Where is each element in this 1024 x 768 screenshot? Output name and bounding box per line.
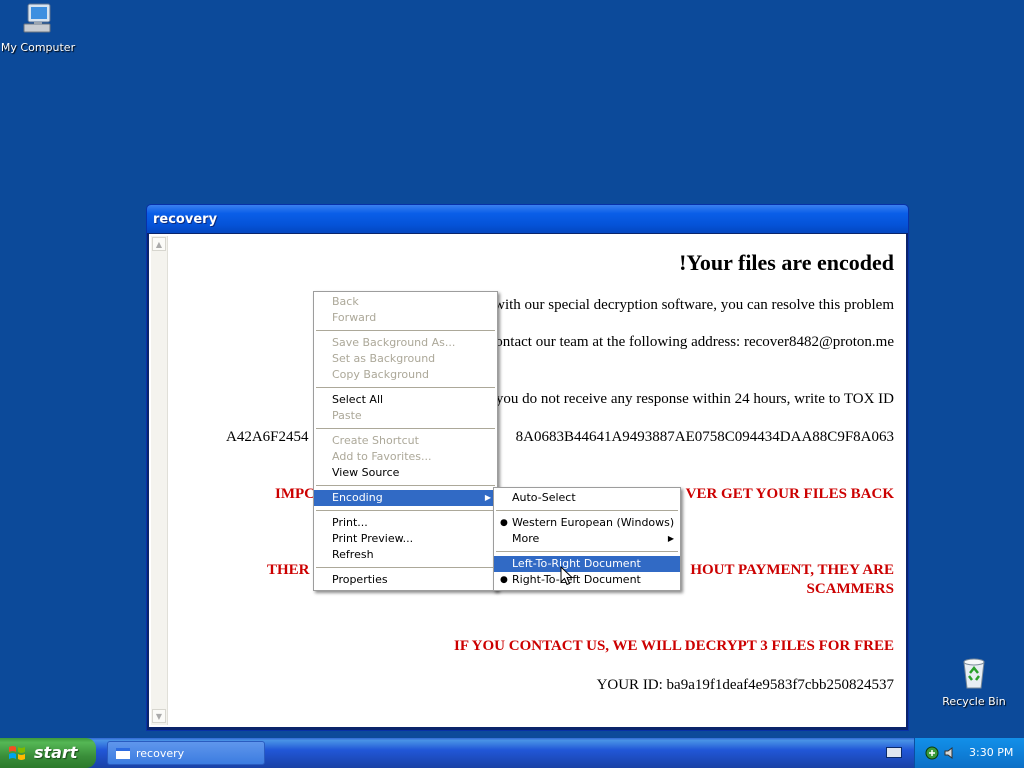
my-computer-label: My Computer bbox=[0, 41, 76, 54]
submenu-item-more-label: More bbox=[512, 532, 540, 545]
menu-separator bbox=[316, 567, 495, 568]
menu-separator bbox=[496, 510, 678, 511]
menu-item-copy-background[interactable]: Copy Background bbox=[314, 367, 497, 383]
clock[interactable]: 3:30 PM bbox=[969, 738, 1013, 768]
menu-separator bbox=[496, 551, 678, 552]
scroll-up-icon[interactable]: ▲ bbox=[152, 237, 166, 251]
victim-id: YOUR ID: ba9a19f1deaf4e9583f7cbb25082453… bbox=[596, 677, 894, 693]
recovery-window: recovery ▲ ▼ !Your files are encoded wit… bbox=[147, 205, 908, 730]
my-computer-icon bbox=[23, 3, 51, 33]
menu-item-save-background[interactable]: Save Background As... bbox=[314, 335, 497, 351]
network-icon[interactable] bbox=[925, 746, 939, 760]
encoding-submenu: Auto-Select ● Western European (Windows)… bbox=[493, 487, 681, 591]
menu-item-encoding-label: Encoding bbox=[332, 491, 383, 504]
context-menu: Back Forward Save Background As... Set a… bbox=[313, 291, 498, 591]
submenu-item-more[interactable]: More ▶ bbox=[494, 531, 680, 547]
menu-item-select-all[interactable]: Select All bbox=[314, 392, 497, 408]
taskbar-button-label: recovery bbox=[136, 747, 185, 760]
menu-separator bbox=[316, 330, 495, 331]
submenu-item-left-to-right[interactable]: Left-To-Right Document bbox=[494, 556, 680, 572]
start-button[interactable]: start bbox=[0, 738, 96, 768]
submenu-item-right-to-left[interactable]: ● Right-To-Left Document bbox=[494, 572, 680, 588]
menu-item-back[interactable]: Back bbox=[314, 294, 497, 310]
tox-id-start: A42A6F2454 bbox=[226, 429, 309, 445]
menu-item-forward[interactable]: Forward bbox=[314, 310, 497, 326]
warning-2-end: HOUT PAYMENT, THEY ARE bbox=[690, 562, 894, 578]
window-icon bbox=[116, 748, 130, 759]
free-decrypt-offer: IF YOU CONTACT US, WE WILL DECRYPT 3 FIL… bbox=[454, 638, 894, 654]
menu-item-paste[interactable]: Paste bbox=[314, 408, 497, 424]
warning-2-line-2: SCAMMERS bbox=[806, 581, 894, 597]
note-line-3: you do not receive any response within 2… bbox=[495, 391, 894, 407]
warning-1-start: IMPC bbox=[275, 486, 315, 502]
mouse-pointer-icon bbox=[560, 566, 574, 586]
ransom-note: !Your files are encoded with our special… bbox=[169, 234, 894, 727]
menu-item-refresh[interactable]: Refresh bbox=[314, 547, 497, 563]
taskbar-button-recovery[interactable]: recovery bbox=[107, 741, 265, 765]
start-label: start bbox=[34, 743, 78, 762]
volume-icon[interactable] bbox=[943, 746, 957, 760]
menu-separator bbox=[316, 387, 495, 388]
window-content-area: ▲ ▼ !Your files are encoded with our spe… bbox=[149, 234, 906, 727]
menu-separator bbox=[316, 485, 495, 486]
warning-2-start: THER bbox=[267, 562, 310, 578]
window-title: recovery bbox=[153, 212, 218, 227]
menu-item-add-favorites[interactable]: Add to Favorites... bbox=[314, 449, 497, 465]
submenu-item-western-european-label: Western European (Windows) bbox=[512, 516, 675, 529]
radio-bullet-icon: ● bbox=[500, 518, 508, 528]
radio-bullet-icon: ● bbox=[500, 575, 508, 585]
note-line-2: ontact our team at the following address… bbox=[495, 334, 894, 350]
menu-item-print-preview[interactable]: Print Preview... bbox=[314, 531, 497, 547]
taskbar: start recovery 3:30 PM bbox=[0, 738, 1024, 768]
window-title-bar[interactable]: recovery bbox=[147, 205, 908, 233]
submenu-item-auto-select[interactable]: Auto-Select bbox=[494, 490, 680, 506]
my-computer-shortcut[interactable]: My Computer bbox=[0, 2, 80, 54]
submenu-arrow-icon: ▶ bbox=[484, 493, 491, 502]
keyboard-icon[interactable] bbox=[886, 747, 902, 758]
menu-item-set-background[interactable]: Set as Background bbox=[314, 351, 497, 367]
submenu-item-western-european[interactable]: ● Western European (Windows) bbox=[494, 515, 680, 531]
recycle-bin-label: Recycle Bin bbox=[942, 695, 1006, 708]
menu-item-view-source[interactable]: View Source bbox=[314, 465, 497, 481]
menu-separator bbox=[316, 510, 495, 511]
warning-1-end: VER GET YOUR FILES BACK bbox=[685, 486, 894, 502]
note-line-1: with our special decryption software, yo… bbox=[494, 297, 894, 313]
tox-id-end: 8A0683B44641A9493887AE0758C094434DAA88C9… bbox=[515, 429, 894, 445]
vertical-scrollbar[interactable]: ▲ ▼ bbox=[151, 236, 168, 725]
menu-item-create-shortcut[interactable]: Create Shortcut bbox=[314, 433, 497, 449]
scroll-down-icon[interactable]: ▼ bbox=[152, 709, 166, 723]
headline: !Your files are encoded bbox=[679, 250, 894, 275]
menu-separator bbox=[316, 428, 495, 429]
submenu-item-right-to-left-label: Right-To-Left Document bbox=[512, 573, 641, 586]
system-tray: 3:30 PM bbox=[914, 738, 1024, 768]
windows-logo-icon bbox=[9, 746, 25, 760]
menu-item-print[interactable]: Print... bbox=[314, 515, 497, 531]
menu-item-encoding[interactable]: Encoding ▶ bbox=[314, 490, 497, 506]
recycle-bin-shortcut[interactable]: Recycle Bin bbox=[932, 656, 1016, 708]
menu-item-properties[interactable]: Properties bbox=[314, 572, 497, 588]
submenu-arrow-icon: ▶ bbox=[667, 534, 674, 543]
recycle-bin-icon bbox=[963, 658, 985, 689]
